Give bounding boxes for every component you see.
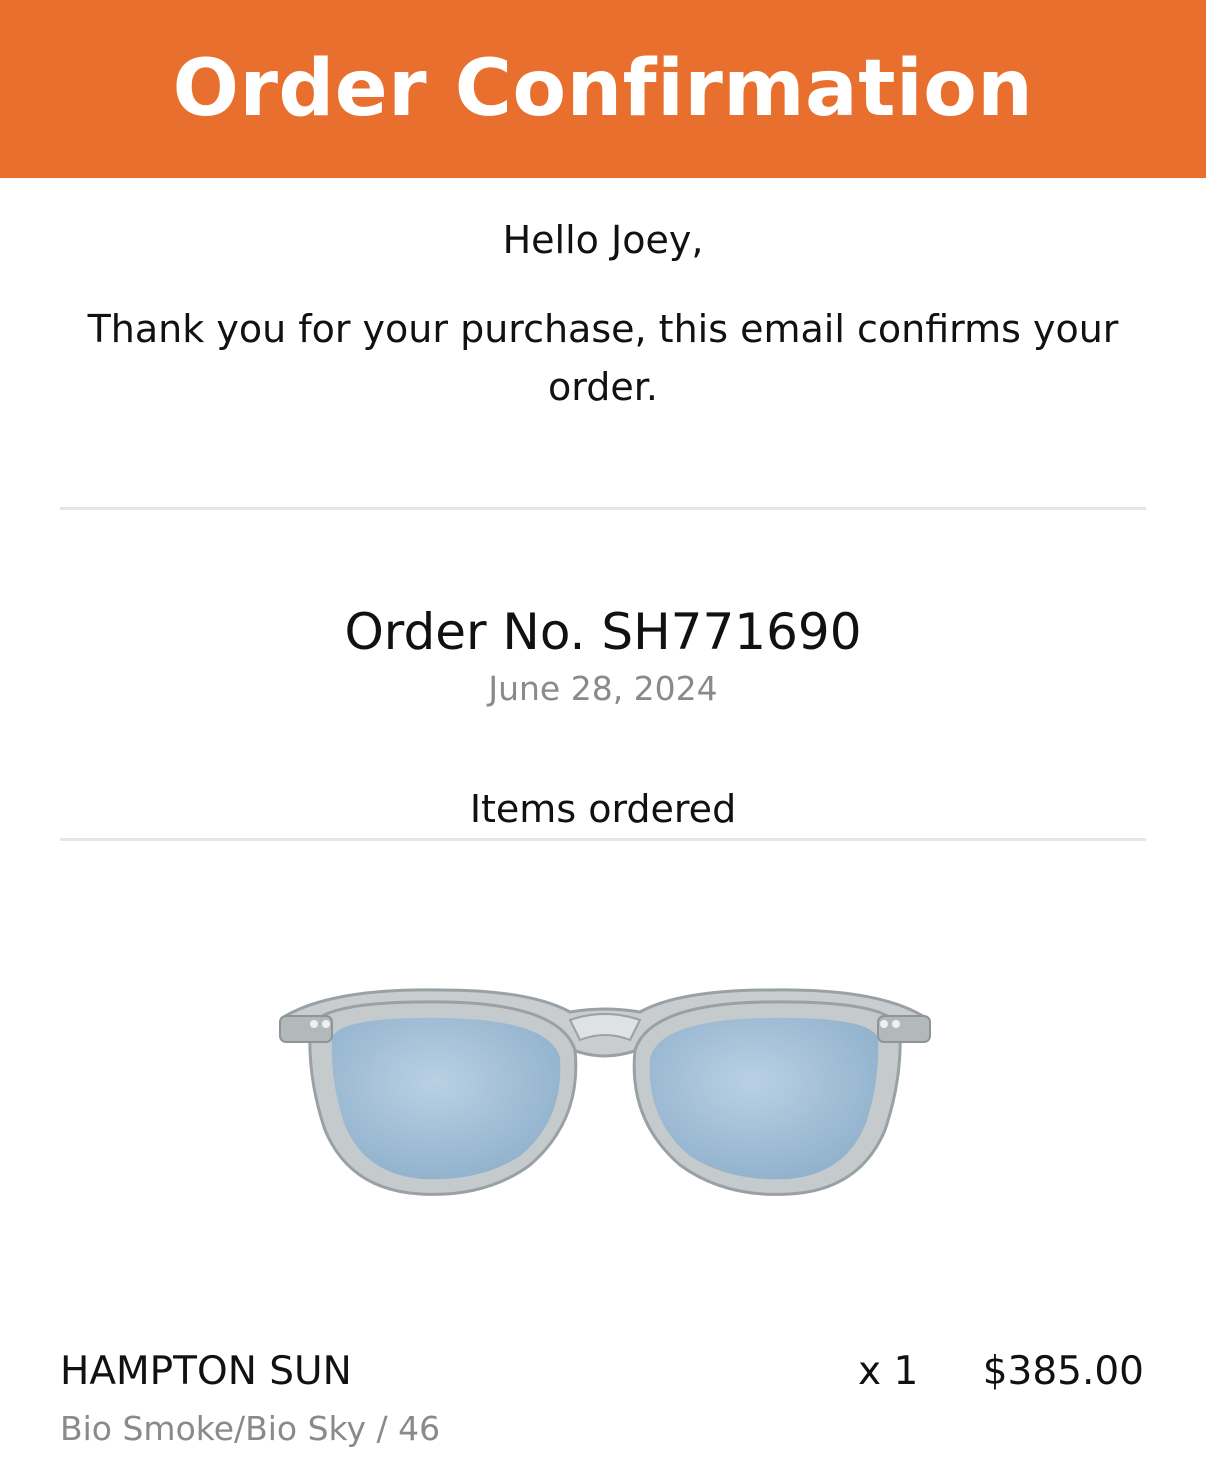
product-image-link[interactable] <box>270 960 940 1220</box>
sunglasses-icon <box>279 988 931 1196</box>
items-ordered-heading: Items ordered <box>469 787 737 831</box>
confirmation-message: Thank you for your purchase, this email … <box>87 307 1119 409</box>
product-quantity: x 1 <box>858 1349 919 1394</box>
product-variant: Bio Smoke/Bio Sky / 46 <box>60 1409 441 1448</box>
product-name: HAMPTON SUN <box>60 1349 352 1394</box>
product-price: $385.00 <box>982 1349 1144 1394</box>
order-date: June 28, 2024 <box>488 669 718 708</box>
page-title: Order Confirmation <box>172 44 1034 134</box>
header-banner: Order Confirmation <box>0 0 1206 178</box>
divider <box>60 838 1146 841</box>
divider <box>60 507 1146 510</box>
order-number: Order No. SH771690 <box>344 603 862 661</box>
greeting-text: Hello Joey, <box>502 218 704 262</box>
